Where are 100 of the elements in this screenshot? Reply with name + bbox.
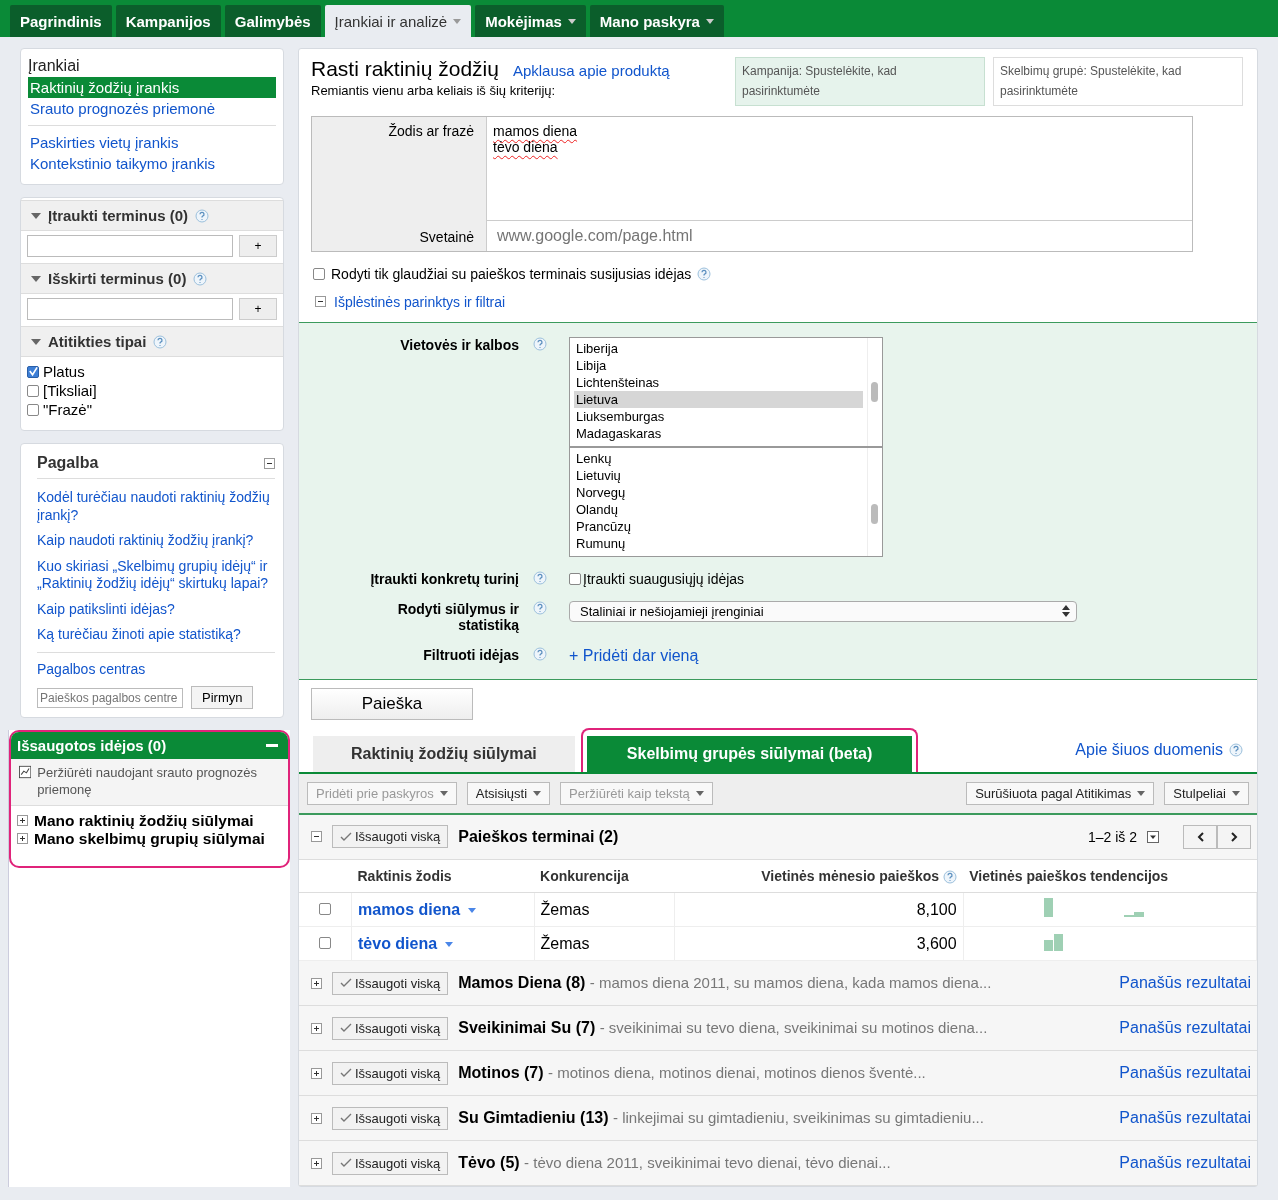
checkbox[interactable] [313,267,325,280]
similar-results-link[interactable]: Panašūs rezultatai [1119,974,1251,993]
nav-tab[interactable]: Pagrindinis [10,5,112,37]
nav-tab[interactable]: Mano paskyra [589,5,724,37]
checkbox[interactable] [569,572,581,585]
help-icon[interactable] [533,570,547,585]
expand-icon[interactable] [311,1157,322,1169]
expand-icon[interactable] [17,833,28,845]
list-option[interactable]: Prancūzų [574,517,863,535]
add-button[interactable]: + [239,235,277,257]
help-icon[interactable] [195,208,210,223]
locations-list-box[interactable]: Liberija Libija Lichtenšteinas Lietuva Liuksemburgas Madagaskaras Lenkų Lietuvių Norvegų Olandų Prancūzų Rumunų [569,336,883,557]
checkbox[interactable] [319,936,331,949]
term-input[interactable] [27,235,233,257]
survey-link[interactable]: Apklausa apie produktą [512,62,670,79]
save-all-button[interactable]: Išsaugoti viską [332,1151,449,1175]
collapse-triangle-icon[interactable] [31,275,41,282]
toolbar-button[interactable]: Stulpeliai [1164,781,1249,805]
help-search-field[interactable]: Paieškos pagalbos centre [37,687,183,708]
saved-list-item[interactable]: Mano raktinių žodžių siūlymai [34,811,254,830]
campaign-picker[interactable]: Kampanija: Spustelėkite, kad pasirinktumėte [735,57,985,106]
previous-page-button[interactable] [1183,824,1217,849]
collapse-triangle-icon[interactable] [31,212,41,219]
go-button[interactable]: Pirmyn [191,686,254,709]
nav-tab[interactable]: Įrankiai ir analizė [324,5,472,37]
results-tab[interactable]: Skelbimų grupės siūlymai (beta) [586,735,913,772]
collapse-icon[interactable] [311,831,322,843]
list-option[interactable]: Rumunų [574,534,863,552]
keywords-field[interactable]: mamos diena tėvo diena [487,116,1192,220]
tool-link[interactable]: Kontekstinio taikymo įrankis [28,153,276,174]
help-link[interactable]: Kaip patikslinti idėjas? [37,600,275,618]
term-input[interactable] [27,298,233,320]
search-button[interactable]: Paieška [311,687,473,720]
expand-icon[interactable] [311,977,322,989]
results-tab[interactable]: Raktinių žodžių siūlymai [313,735,575,772]
minimize-icon[interactable] [266,743,278,748]
save-all-button[interactable]: Išsaugoti viską [332,1106,449,1130]
page-title: Rasti raktinių žodžių [311,57,499,81]
help-link[interactable]: Kodėl turėčiau naudoti raktinių žodžių įrankį? [37,489,275,524]
list-option[interactable]: Liberija [574,339,863,357]
help-link[interactable]: Ką turėčiau žinoti apie statistiką? [37,626,275,644]
collapse-triangle-icon[interactable] [31,338,41,345]
toolbar-button[interactable]: Surūšiuota pagal Atitikimas [966,781,1155,805]
checkbox[interactable] [319,902,331,915]
save-all-button[interactable]: Išsaugoti viską [332,825,449,849]
expand-icon[interactable] [17,815,28,827]
list-option[interactable]: Lenkų [574,449,863,467]
similar-results-link[interactable]: Panašūs rezultatai [1119,1019,1251,1038]
add-filter-link[interactable]: + Pridėti dar vieną [569,646,699,665]
help-icon[interactable] [1229,742,1243,757]
toolbar-button[interactable]: Atsisiųsti [466,781,551,805]
save-all-button[interactable]: Išsaugoti viską [332,1016,449,1040]
nav-tab[interactable]: Kampanijos [115,5,221,37]
collapse-icon[interactable] [315,296,326,308]
help-center-link[interactable]: Pagalbos centras [37,660,275,678]
expand-icon[interactable] [311,1112,322,1124]
list-option[interactable]: Madagaskaras [574,424,863,442]
help-icon[interactable] [943,870,958,885]
help-icon[interactable] [153,334,168,349]
help-icon[interactable] [193,271,208,286]
similar-results-link[interactable]: Panašūs rezultatai [1119,1109,1251,1128]
collapse-icon[interactable] [264,457,275,469]
help-link[interactable]: Kuo skiriasi „Skelbimų grupių idėjų“ ir „Raktinių žodžių idėjų“ skirtukų lapai? [37,557,275,593]
advanced-options-link[interactable]: Išplėstinės parinktys ir filtrai [334,293,506,310]
help-icon[interactable] [533,646,547,661]
ad-group-picker[interactable]: Skelbimų grupė: Spustelėkite, kad pasirinktumėte [993,57,1243,106]
expand-icon[interactable] [311,1022,322,1034]
list-option[interactable]: Norvegų [574,483,863,501]
device-select[interactable]: Staliniai ir nešiojamieji įrenginiai [569,600,1077,622]
help-icon[interactable] [697,266,712,281]
list-option[interactable]: Libija [574,356,863,374]
expand-icon[interactable] [311,1067,322,1079]
help-icon[interactable] [533,336,547,351]
nav-tab[interactable]: Mokėjimas [475,5,586,37]
checkbox[interactable] [27,403,39,416]
caret-icon [705,18,714,24]
next-page-button[interactable] [1217,824,1251,849]
about-data-link[interactable]: Apie šiuos duomenis [1075,740,1223,759]
dropdown-icon[interactable] [1147,830,1159,843]
similar-results-link[interactable]: Panašūs rezultatai [1119,1154,1251,1173]
tool-link[interactable]: Paskirties vietų įrankis [28,132,276,153]
keyword-link[interactable]: mamos diena [358,900,461,918]
help-icon[interactable] [533,600,547,615]
tool-link[interactable]: Raktinių žodžių įrankis [28,77,276,98]
save-all-button[interactable]: Išsaugoti viską [332,1061,449,1085]
list-option[interactable]: Liuksemburgas [574,407,863,425]
list-option[interactable]: Lietuva [574,390,863,408]
checkbox[interactable] [27,384,39,397]
similar-results-link[interactable]: Panašūs rezultatai [1119,1064,1251,1083]
saved-list-item[interactable]: Mano skelbimų grupių siūlymai [34,829,265,848]
tool-link[interactable]: Srauto prognozės priemonė [28,98,276,119]
checkbox[interactable] [27,365,39,378]
list-option[interactable]: Lichtenšteinas [574,373,863,391]
add-button[interactable]: + [239,298,277,320]
help-link[interactable]: Kaip naudoti raktinių žodžių įrankį? [37,532,275,550]
save-all-button[interactable]: Išsaugoti viską [332,971,449,995]
list-option[interactable]: Lietuvių [574,466,863,484]
keyword-link[interactable]: tėvo diena [358,934,438,952]
list-option[interactable]: Olandų [574,500,863,518]
nav-tab[interactable]: Galimybės [224,5,321,37]
